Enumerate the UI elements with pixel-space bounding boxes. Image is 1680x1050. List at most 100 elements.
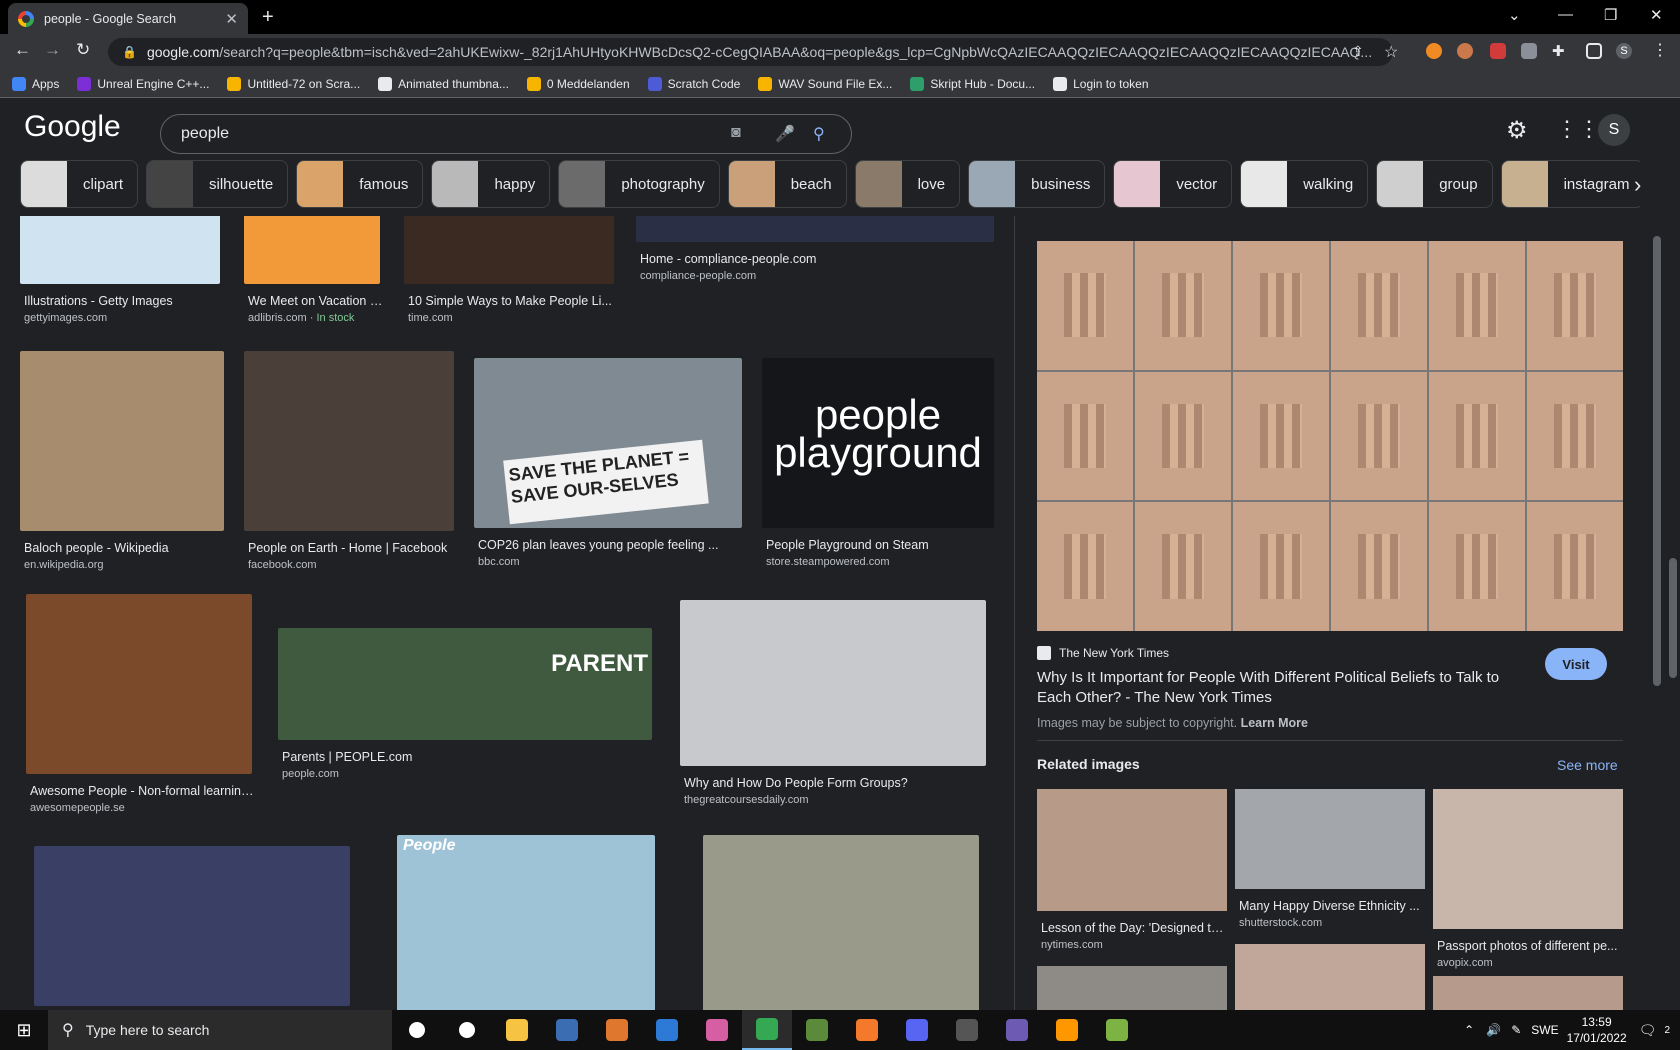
bookmark-item[interactable]: Apps bbox=[12, 76, 59, 91]
result-title[interactable]: Illustrations - Getty Images bbox=[24, 294, 224, 308]
chevron-right-icon[interactable]: › bbox=[1634, 172, 1641, 198]
image-result[interactable]: People on Earth - Home | Facebook faceboo… bbox=[244, 351, 474, 591]
apps-grid-icon[interactable]: ⋮⋮ bbox=[1556, 116, 1600, 142]
bookmark-item[interactable]: Login to token bbox=[1053, 76, 1149, 91]
preview-image[interactable] bbox=[1037, 241, 1623, 631]
taskbar-terminal[interactable] bbox=[942, 1010, 992, 1050]
tab-search-icon[interactable]: ⌄ bbox=[1508, 6, 1521, 24]
preview-title[interactable]: Why Is It Important for People With Diff… bbox=[1037, 668, 1527, 708]
result-thumbnail[interactable]: SAVE THE PLANET = SAVE OUR-SELVES bbox=[474, 358, 742, 528]
related-title[interactable]: Many Happy Diverse Ethnicity ... bbox=[1239, 899, 1425, 913]
related-thumbnail[interactable] bbox=[1235, 944, 1425, 1010]
taskbar-discord[interactable] bbox=[892, 1010, 942, 1050]
result-thumbnail[interactable] bbox=[703, 835, 979, 1010]
extension-red-icon[interactable] bbox=[1490, 43, 1506, 59]
see-more-link[interactable]: See more bbox=[1557, 757, 1618, 773]
search-icon[interactable]: ⚲ bbox=[813, 124, 825, 144]
related-thumbnail[interactable] bbox=[1037, 966, 1227, 1010]
result-title[interactable]: People on Earth - Home | Facebook bbox=[248, 541, 458, 555]
taskbar-sublime-text[interactable] bbox=[1042, 1010, 1092, 1050]
result-title[interactable]: COP26 plan leaves young people feeling .… bbox=[478, 538, 746, 552]
taskbar-file-explorer[interactable] bbox=[492, 1010, 542, 1050]
avatar[interactable]: S bbox=[1598, 114, 1630, 146]
image-result[interactable]: PARENT Parents | PEOPLE.com people.com bbox=[278, 628, 672, 800]
address-bar[interactable]: 🔒 google.com /search?q=people&tbm=isch&v… bbox=[108, 38, 1393, 66]
related-title[interactable]: Lesson of the Day: 'Designed to... bbox=[1041, 921, 1227, 935]
taskbar-chrome[interactable] bbox=[742, 1010, 792, 1050]
chevron-up-icon[interactable]: ⌃ bbox=[1464, 1023, 1474, 1037]
speaker-icon[interactable]: 🔊 bbox=[1486, 1023, 1501, 1037]
result-title[interactable]: Baloch people - Wikipedia bbox=[24, 541, 228, 555]
chip-group[interactable]: group bbox=[1376, 160, 1493, 208]
bookmark-item[interactable]: Untitled-72 on Scra... bbox=[227, 76, 360, 91]
chip-photography[interactable]: photography bbox=[558, 160, 720, 208]
related-image[interactable]: Passport photos of different pe... avopix… bbox=[1433, 789, 1623, 975]
image-result[interactable]: We Meet on Vacation - ... adlibris.com · … bbox=[244, 216, 400, 344]
related-thumbnail[interactable] bbox=[1433, 976, 1623, 1010]
result-thumbnail[interactable] bbox=[244, 216, 380, 284]
related-title[interactable]: Passport photos of different pe... bbox=[1437, 939, 1623, 953]
close-tab-icon[interactable]: ✕ bbox=[225, 10, 238, 28]
extension-shield-icon[interactable] bbox=[1521, 43, 1537, 59]
menu-kebab-icon[interactable]: ⋮ bbox=[1652, 40, 1668, 60]
image-result[interactable]: Awesome People - Non-formal learning ...… bbox=[26, 594, 272, 834]
image-result[interactable]: Why and How Do People Form Groups? thegre… bbox=[680, 600, 1005, 826]
chip-instagram[interactable]: instagram bbox=[1500, 160, 1640, 208]
result-title[interactable]: Awesome People - Non-formal learning ... bbox=[30, 784, 256, 798]
bookmark-item[interactable]: Skript Hub - Docu... bbox=[910, 76, 1035, 91]
google-logo[interactable]: Google bbox=[24, 110, 121, 144]
chip-love[interactable]: love bbox=[854, 160, 961, 208]
result-thumbnail[interactable] bbox=[680, 600, 986, 766]
image-result[interactable]: people playground People Playground on St… bbox=[762, 358, 1005, 588]
chip-clipart[interactable]: clipart bbox=[20, 160, 139, 208]
bookmark-star-icon[interactable]: ☆ bbox=[1384, 42, 1398, 62]
image-result[interactable] bbox=[703, 835, 999, 1010]
result-thumbnail[interactable] bbox=[20, 351, 224, 531]
result-thumbnail[interactable]: people playground bbox=[762, 358, 994, 528]
chip-walking[interactable]: walking bbox=[1240, 160, 1369, 208]
image-result[interactable]: People bbox=[397, 835, 675, 1010]
close-window-icon[interactable]: ✕ bbox=[1650, 6, 1663, 24]
tab-google-search[interactable]: people - Google Search ✕ bbox=[8, 3, 248, 34]
camera-icon[interactable]: ◙ bbox=[731, 124, 741, 142]
related-thumbnail[interactable] bbox=[1235, 789, 1425, 889]
taskbar-paint-app[interactable] bbox=[692, 1010, 742, 1050]
result-thumbnail[interactable] bbox=[34, 846, 350, 1006]
chip-beach[interactable]: beach bbox=[727, 160, 847, 208]
related-image[interactable] bbox=[1433, 976, 1623, 1010]
share-icon[interactable]: ⇪ bbox=[1352, 43, 1364, 60]
page-scrollbar[interactable] bbox=[1666, 98, 1680, 1010]
windows-start-icon[interactable]: ⊞ bbox=[0, 1010, 48, 1050]
taskbar-cortana[interactable] bbox=[392, 1010, 442, 1050]
chip-silhouette[interactable]: silhouette bbox=[146, 160, 289, 208]
language-indicator[interactable]: SWE bbox=[1531, 1023, 1558, 1037]
chip-famous[interactable]: famous bbox=[296, 160, 424, 208]
result-title[interactable]: People Playground on Steam bbox=[766, 538, 998, 552]
reload-icon[interactable]: ↻ bbox=[76, 40, 90, 60]
new-tab-icon[interactable]: + bbox=[262, 6, 274, 29]
preview-source[interactable]: The New York Times bbox=[1037, 646, 1169, 660]
extension-orange-icon[interactable] bbox=[1426, 43, 1442, 59]
related-image[interactable] bbox=[1037, 966, 1227, 1010]
settings-gear-icon[interactable]: ⚙ bbox=[1506, 116, 1528, 145]
taskbar-notepad-plus[interactable] bbox=[1092, 1010, 1142, 1050]
related-image[interactable]: Many Happy Diverse Ethnicity ... shutters… bbox=[1235, 789, 1425, 935]
minimize-icon[interactable]: — bbox=[1558, 6, 1573, 23]
chip-happy[interactable]: happy bbox=[431, 160, 551, 208]
chip-vector[interactable]: vector bbox=[1113, 160, 1233, 208]
bookmark-item[interactable]: WAV Sound File Ex... bbox=[758, 76, 892, 91]
result-thumbnail[interactable]: People bbox=[397, 835, 655, 1010]
back-icon[interactable]: ← bbox=[14, 40, 31, 60]
taskbar-krita[interactable] bbox=[592, 1010, 642, 1050]
taskbar-blender[interactable] bbox=[842, 1010, 892, 1050]
taskbar-minecraft[interactable] bbox=[792, 1010, 842, 1050]
result-thumbnail[interactable] bbox=[404, 216, 614, 284]
chip-business[interactable]: business bbox=[968, 160, 1106, 208]
taskbar-search[interactable]: ⚲ Type here to search bbox=[48, 1010, 392, 1050]
image-result[interactable]: Illustrations - Getty Images gettyimages.… bbox=[20, 216, 240, 344]
forward-icon[interactable]: → bbox=[44, 40, 61, 60]
result-thumbnail[interactable] bbox=[26, 594, 252, 774]
result-title[interactable]: Parents | PEOPLE.com bbox=[282, 750, 656, 764]
taskbar-unknown-app[interactable] bbox=[992, 1010, 1042, 1050]
profile-icon[interactable]: S bbox=[1616, 43, 1632, 59]
